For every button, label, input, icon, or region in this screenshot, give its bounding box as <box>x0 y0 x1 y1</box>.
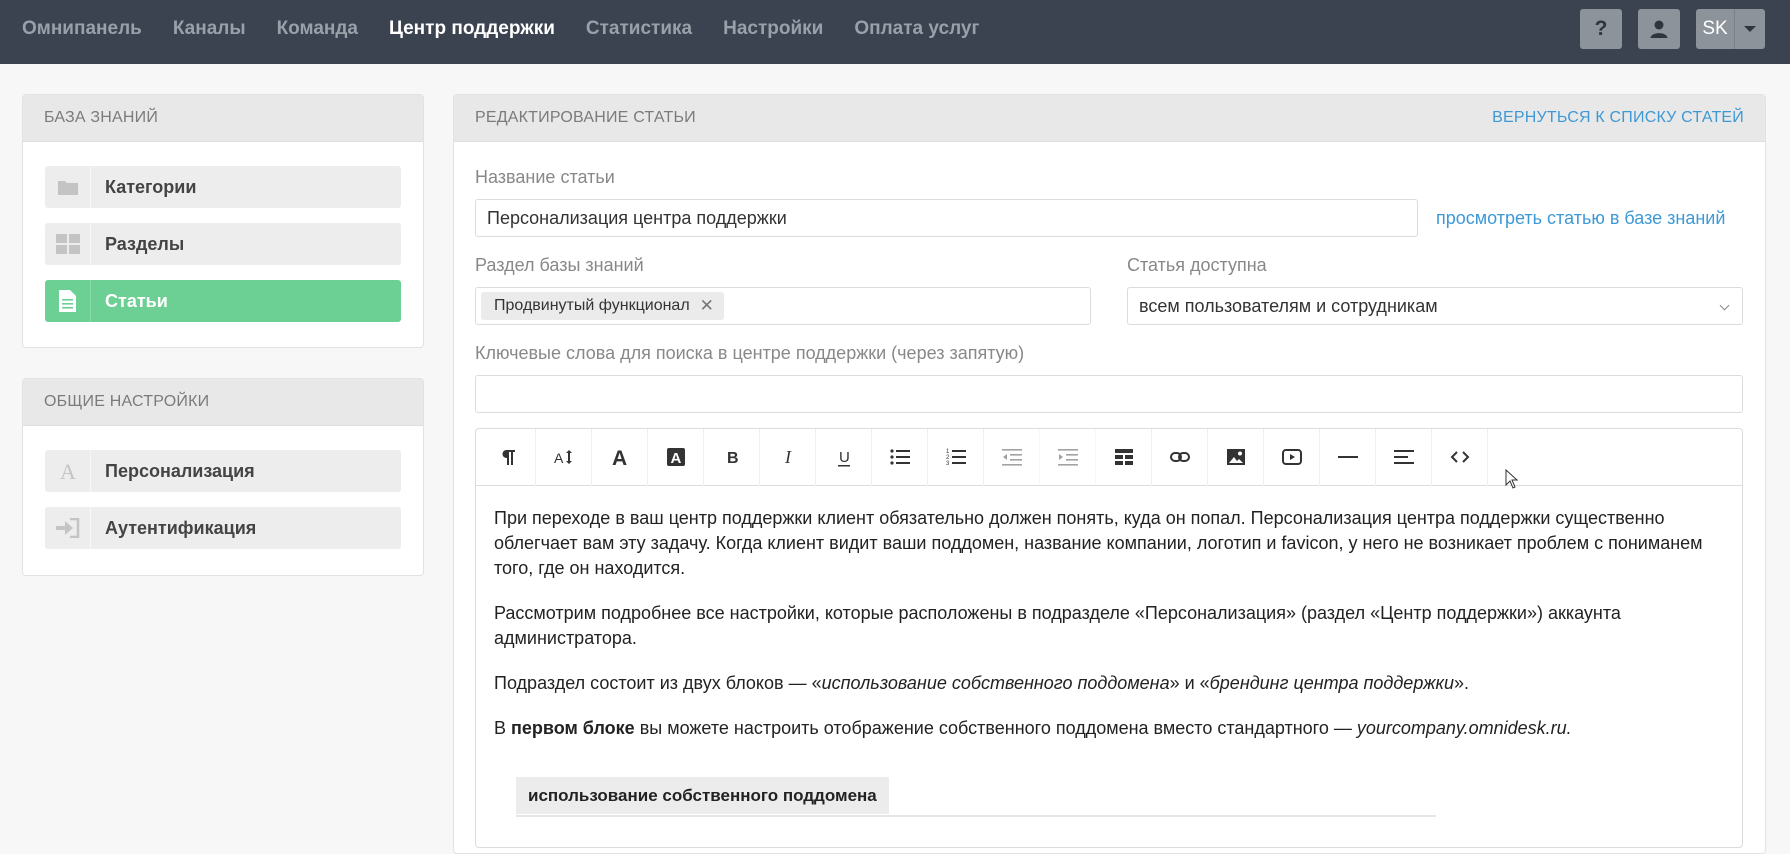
sidebar-item-sections[interactable]: Разделы <box>45 223 401 265</box>
sidebar-item-label: Аутентификация <box>105 517 257 538</box>
svg-text:3: 3 <box>946 461 950 467</box>
embedded-screenshot: использование собственного поддомена <box>516 777 1436 817</box>
video-icon[interactable] <box>1264 428 1320 486</box>
svg-text:A: A <box>554 450 564 466</box>
italic-icon[interactable]: I <box>760 428 816 486</box>
horizontal-rule-icon[interactable] <box>1320 428 1376 486</box>
caret-down-icon <box>1744 26 1756 32</box>
paragraph-1: При переходе в ваш центр поддержки клиен… <box>494 508 1703 578</box>
article-name-input[interactable]: Персонализация центра поддержки <box>475 199 1418 237</box>
knowledge-base-title: БАЗА ЗНАНИЙ <box>23 95 423 142</box>
paragraph-3: Подраздел состоит из двух блоков — «испо… <box>494 673 1470 693</box>
chevron-down-icon <box>1719 300 1730 311</box>
view-article-link[interactable]: просмотреть статью в базе знаний <box>1436 208 1725 229</box>
svg-text:I: I <box>784 447 792 467</box>
nav-settings[interactable]: Настройки <box>723 18 823 40</box>
page-title: РЕДАКТИРОВАНИЕ СТАТЬИ <box>475 109 696 126</box>
emphasis-subdomain: использование собственного поддомена <box>821 673 1170 693</box>
sidebar-item-label: Категории <box>105 176 197 197</box>
table-icon[interactable] <box>1096 428 1152 486</box>
paragraph-icon[interactable] <box>480 428 536 486</box>
sidebar-item-categories[interactable]: Категории <box>45 166 401 208</box>
top-navigation-bar: Омнипанель Каналы Команда Центр поддержк… <box>0 0 1790 64</box>
strong-first-block: первом блоке <box>511 718 635 738</box>
letter-a-icon: A <box>45 450 91 492</box>
nav-team[interactable]: Команда <box>277 18 358 40</box>
font-size-icon[interactable]: A <box>536 428 592 486</box>
keywords-label: Ключевые слова для поиска в центре подде… <box>475 343 1025 363</box>
svg-text:B: B <box>727 450 739 467</box>
editor-toolbar: A A A B I U 123 <box>476 428 1742 486</box>
numbered-list-icon[interactable]: 123 <box>928 428 984 486</box>
outdent-icon[interactable] <box>984 428 1040 486</box>
emphasis-branding: брендинг центра поддержки <box>1209 673 1455 693</box>
nav-channels[interactable]: Каналы <box>173 18 246 40</box>
paragraph-2: Рассмотрим подробнее все настройки, кото… <box>494 603 1621 648</box>
link-icon[interactable] <box>1152 428 1208 486</box>
sign-in-icon <box>45 507 91 549</box>
rich-text-editor: A A A B I U 123 При переходе в ваш центр… <box>475 428 1743 848</box>
remove-tag-icon[interactable]: ✕ <box>700 296 714 316</box>
article-name-label: Название статьи <box>475 167 615 187</box>
nav-billing[interactable]: Оплата услуг <box>854 18 979 40</box>
user-initials: SK <box>1702 18 1728 39</box>
document-icon <box>45 280 91 322</box>
code-view-icon[interactable] <box>1432 428 1488 486</box>
keywords-input[interactable] <box>475 375 1743 413</box>
general-settings-title: ОБЩИЕ НАСТРОЙКИ <box>23 379 423 426</box>
profile-button[interactable] <box>1638 9 1680 49</box>
knowledge-base-panel: БАЗА ЗНАНИЙ Категории Разделы Статьи <box>22 94 424 348</box>
general-settings-panel: ОБЩИЕ НАСТРОЙКИ A Персонализация Аутенти… <box>22 378 424 576</box>
editor-content[interactable]: При переходе в ваш центр поддержки клиен… <box>476 486 1742 817</box>
sidebar-item-label: Разделы <box>105 233 185 254</box>
emphasis-domain: yourcompany.omnidesk.ru. <box>1356 718 1572 738</box>
background-color-icon[interactable]: A <box>648 428 704 486</box>
indent-icon[interactable] <box>1040 428 1096 486</box>
underline-icon[interactable]: U <box>816 428 872 486</box>
align-icon[interactable] <box>1376 428 1432 486</box>
back-to-articles-link[interactable]: ВЕРНУТЬСЯ К СПИСКУ СТАТЕЙ <box>1492 109 1744 127</box>
folder-icon <box>45 166 91 208</box>
account-menu-toggle[interactable] <box>1734 9 1765 49</box>
svg-text:A: A <box>670 450 681 467</box>
text-color-icon[interactable]: A <box>592 428 648 486</box>
svg-text:A: A <box>612 447 627 467</box>
nav-support-center[interactable]: Центр поддержки <box>389 18 555 40</box>
access-value: всем пользователям и сотрудникам <box>1139 295 1438 316</box>
paragraph-4: В первом блоке вы можете настроить отобр… <box>494 718 1572 738</box>
help-icon: ? <box>1594 17 1608 40</box>
section-label: Раздел базы знаний <box>475 255 644 275</box>
bulleted-list-icon[interactable] <box>872 428 928 486</box>
help-button[interactable]: ? <box>1580 9 1622 49</box>
screenshot-tab-label: использование собственного поддомена <box>516 777 889 814</box>
mouse-cursor-icon <box>1505 469 1519 489</box>
nav-omnipanel[interactable]: Омнипанель <box>22 18 142 40</box>
image-icon[interactable] <box>1208 428 1264 486</box>
article-name-value: Персонализация центра поддержки <box>487 207 787 228</box>
article-editor-header: РЕДАКТИРОВАНИЕ СТАТЬИ ВЕРНУТЬСЯ К СПИСКУ… <box>454 95 1765 142</box>
sidebar-item-articles[interactable]: Статьи <box>45 280 401 322</box>
user-icon <box>1650 20 1668 38</box>
knowledge-base-menu: Категории Разделы Статьи <box>23 142 423 322</box>
access-select[interactable]: всем пользователям и сотрудникам <box>1127 287 1743 325</box>
sidebar-item-authentication[interactable]: Аутентификация <box>45 507 401 549</box>
section-tag: Продвинутый функционал ✕ <box>481 292 724 320</box>
grid-icon <box>45 223 91 265</box>
bold-icon[interactable]: B <box>704 428 760 486</box>
svg-text:U: U <box>839 449 850 466</box>
section-select[interactable]: Продвинутый функционал ✕ <box>475 287 1091 325</box>
sidebar-item-label: Статьи <box>105 290 168 311</box>
general-settings-menu: A Персонализация Аутентификация <box>23 426 423 549</box>
nav-statistics[interactable]: Статистика <box>586 18 692 40</box>
sidebar-item-personalization[interactable]: A Персонализация <box>45 450 401 492</box>
access-label: Статья доступна <box>1127 255 1267 275</box>
sidebar-item-label: Персонализация <box>105 460 255 481</box>
main-nav: Омнипанель Каналы Команда Центр поддержк… <box>22 0 1010 58</box>
section-tag-label: Продвинутый функционал <box>494 297 690 314</box>
svg-text:A: A <box>60 460 76 482</box>
account-menu-button[interactable]: SK <box>1696 9 1765 49</box>
